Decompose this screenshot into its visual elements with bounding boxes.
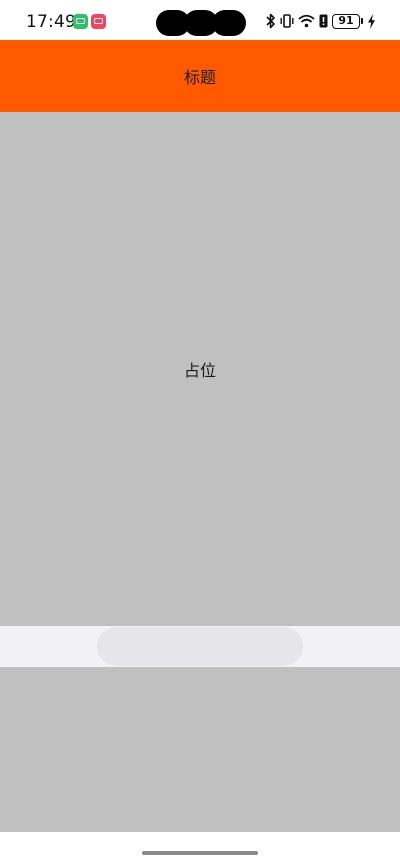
status-bar: 17:49 91 (0, 0, 400, 40)
alert-icon (319, 14, 328, 28)
placeholder-area: 占位 (0, 112, 400, 626)
camera-island (156, 10, 246, 36)
gesture-bar-area (0, 832, 400, 862)
page-title: 标题 (183, 68, 216, 87)
status-time: 17:49 (26, 12, 76, 32)
page-header: 标题 (0, 40, 400, 112)
placeholder-label: 占位 (183, 361, 216, 380)
bluetooth-icon (266, 13, 275, 29)
pink-app-icon (91, 14, 106, 29)
green-app-icon (73, 14, 88, 29)
system-status-icons: 91 (266, 12, 376, 30)
lower-content-area (0, 667, 400, 832)
wifi-icon (298, 14, 315, 28)
home-indicator[interactable] (142, 851, 258, 855)
battery-icon: 91 (332, 13, 363, 29)
vibrate-icon (280, 14, 294, 28)
charging-icon (368, 13, 375, 29)
input-bar (0, 626, 400, 667)
input-pill[interactable] (97, 627, 303, 666)
app-screen: 17:49 91 标题 占位 (0, 0, 400, 862)
